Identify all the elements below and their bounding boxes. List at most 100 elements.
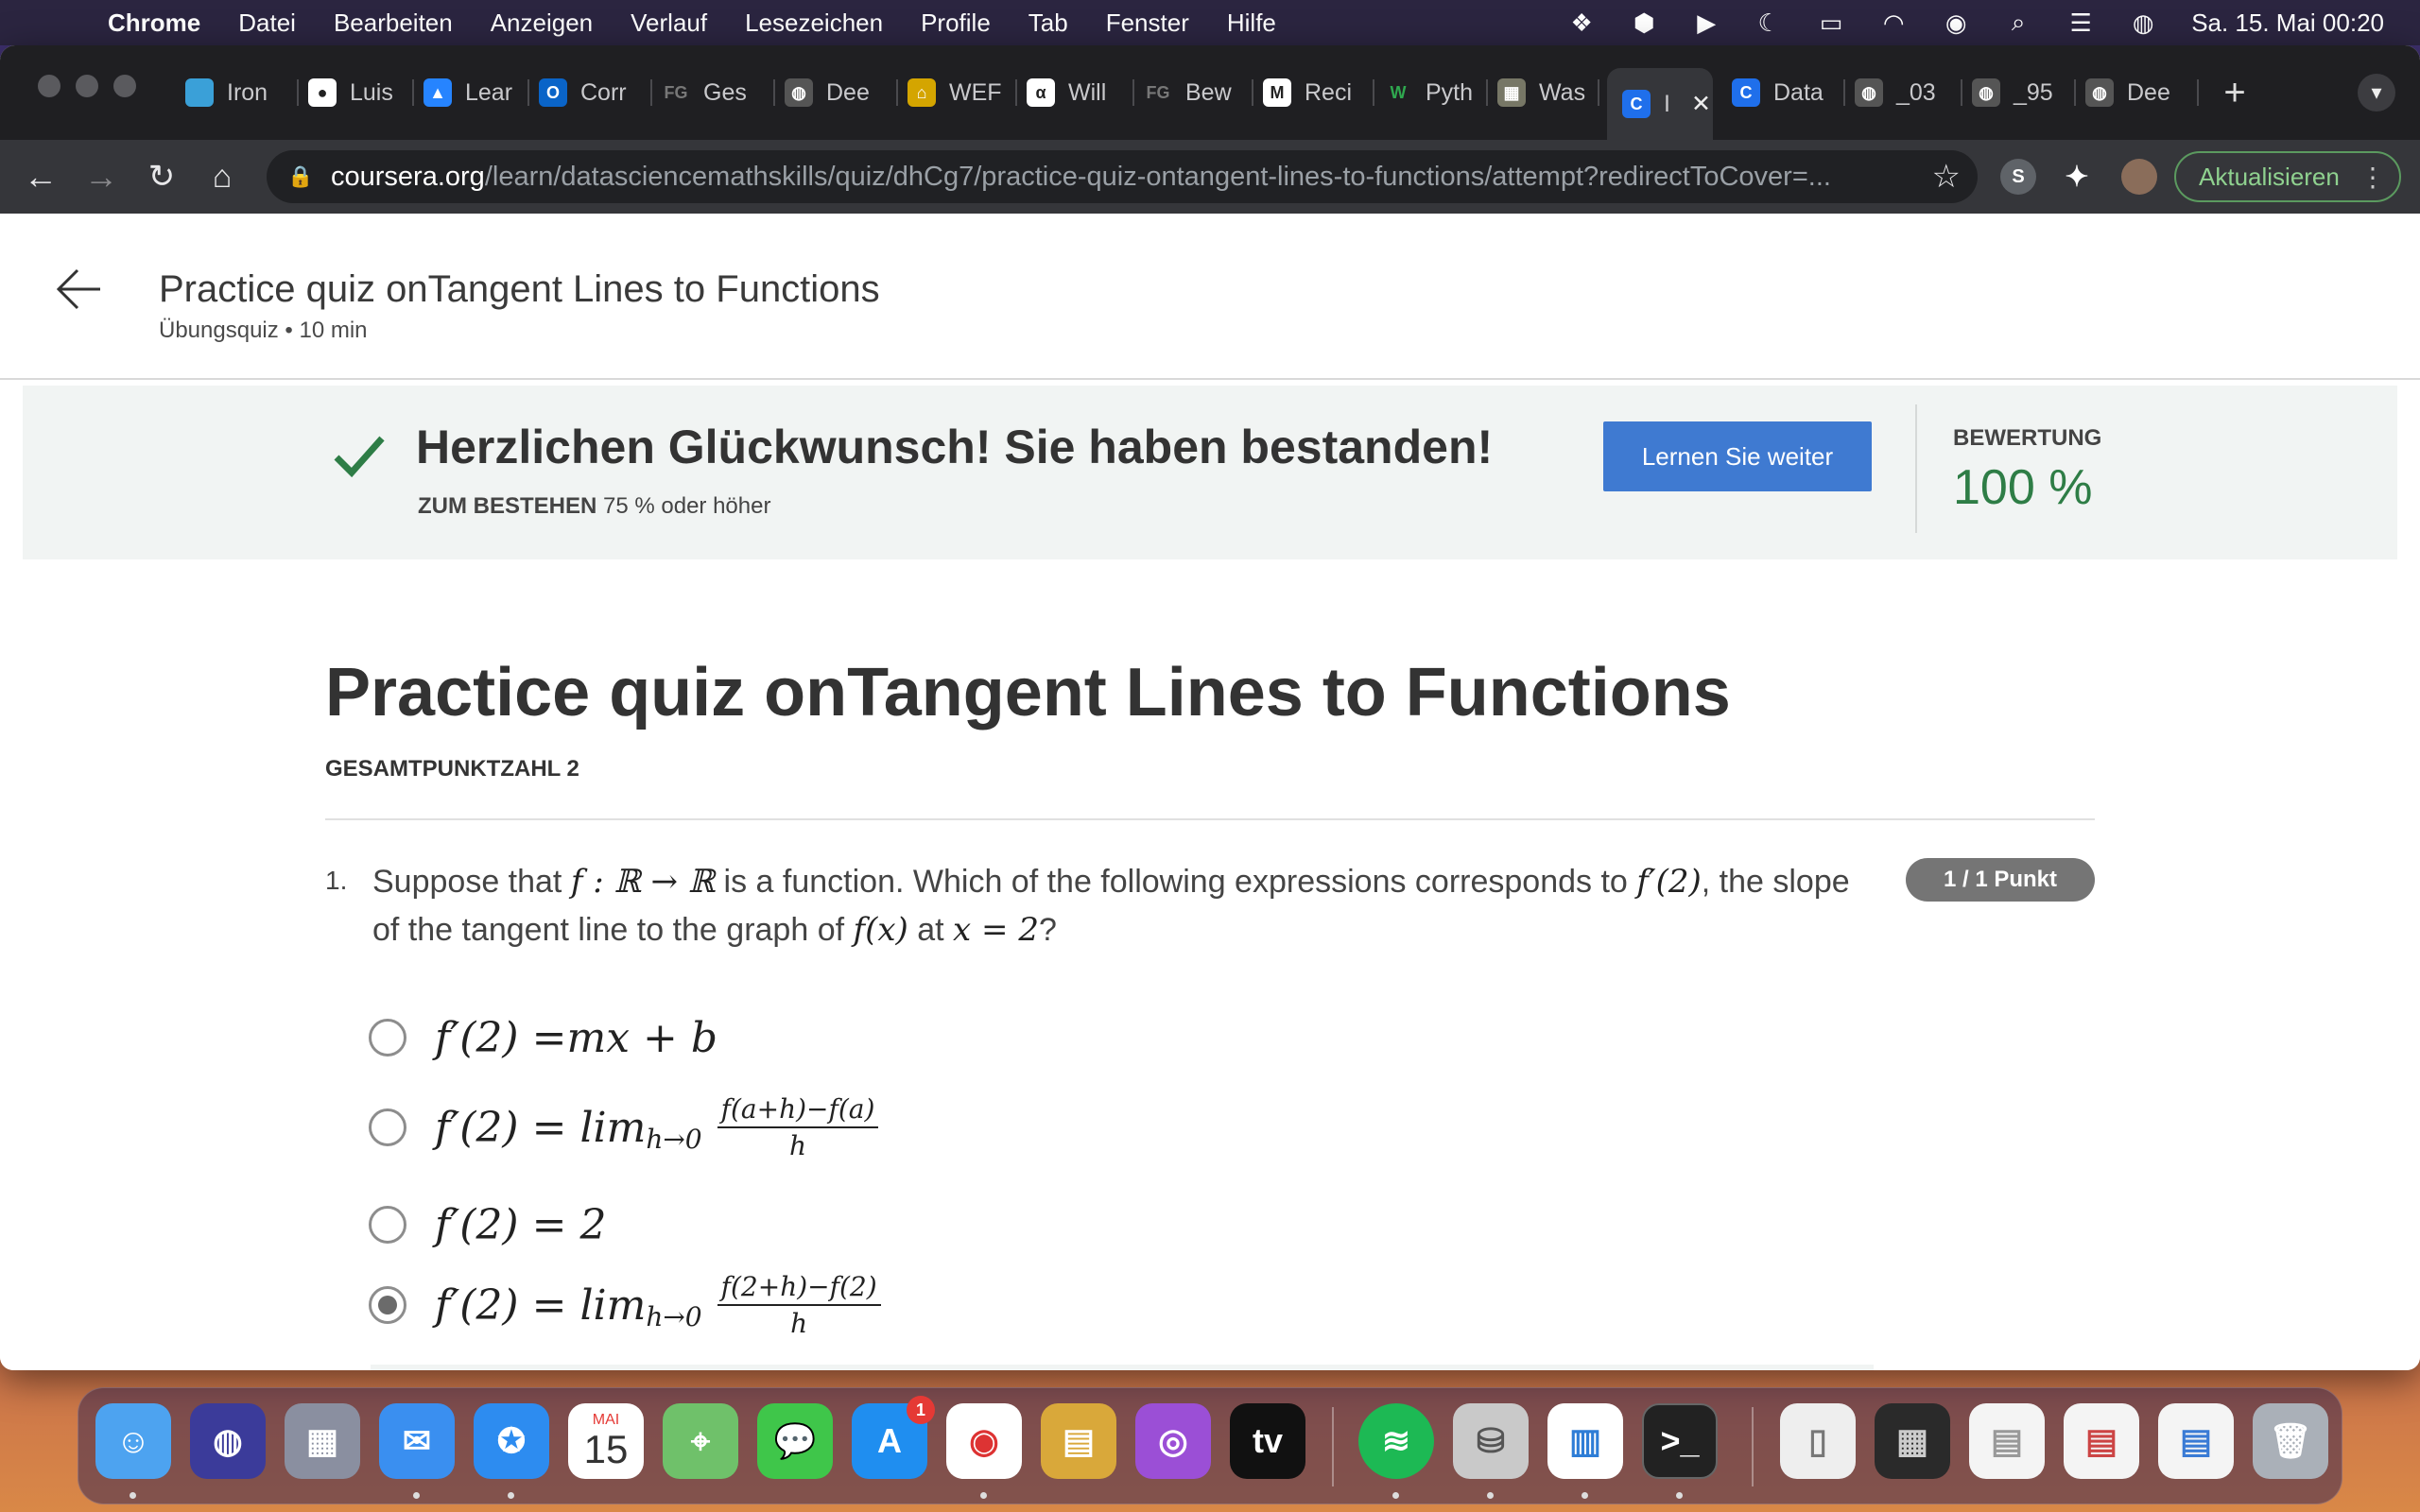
menu-datei[interactable]: Datei bbox=[238, 9, 296, 38]
menu-app-name[interactable]: Chrome bbox=[108, 9, 200, 38]
podcasts-icon[interactable]: ◎ bbox=[1135, 1403, 1211, 1479]
calendar-icon[interactable]: MAI 15 bbox=[568, 1403, 644, 1479]
play-icon[interactable]: ▶ bbox=[1692, 9, 1720, 37]
menu-anzeigen[interactable]: Anzeigen bbox=[491, 9, 593, 38]
tab[interactable]: ◍ _95 bbox=[1972, 68, 2076, 117]
wifi-icon[interactable]: ◠ bbox=[1879, 9, 1908, 37]
messages-icon[interactable]: 💬 bbox=[757, 1403, 833, 1479]
update-button[interactable]: Aktualisieren ⋮ bbox=[2174, 151, 2401, 202]
tab[interactable]: ▲ Lear bbox=[424, 68, 529, 117]
tab[interactable]: ◍ Dee bbox=[2085, 68, 2199, 117]
chrome-icon[interactable]: ◉ bbox=[946, 1403, 1022, 1479]
siri-icon[interactable]: ◍ bbox=[2129, 9, 2157, 37]
shield-icon[interactable]: ⬢ bbox=[1630, 9, 1658, 37]
back-arrow-icon[interactable] bbox=[51, 261, 108, 318]
close-tab-icon[interactable]: ✕ bbox=[1691, 90, 1711, 118]
tab-title: Reci bbox=[1305, 78, 1353, 106]
tab[interactable]: ● Luis bbox=[308, 68, 414, 117]
back-button[interactable]: ← bbox=[17, 153, 64, 200]
tab[interactable]: FG Ges bbox=[662, 68, 775, 117]
siri-app-icon[interactable]: ◍ bbox=[190, 1403, 266, 1479]
reload-button[interactable]: ↻ bbox=[138, 153, 185, 200]
extensions-puzzle-icon[interactable]: ✦ bbox=[2059, 159, 2095, 195]
extension-s-icon[interactable]: S bbox=[2000, 159, 2036, 195]
forward-button[interactable]: → bbox=[78, 153, 125, 200]
tab[interactable]: O Corr bbox=[539, 68, 652, 117]
menu-tab[interactable]: Tab bbox=[1028, 9, 1068, 38]
radio-button[interactable] bbox=[369, 1206, 406, 1244]
menu-hilfe[interactable]: Hilfe bbox=[1227, 9, 1276, 38]
mail-icon[interactable]: ✉ bbox=[379, 1403, 455, 1479]
apple-tv-icon[interactable]: tv bbox=[1230, 1403, 1305, 1479]
tab[interactable]: W Pyth bbox=[1384, 68, 1488, 117]
tab-search-button[interactable]: ▾ bbox=[2358, 74, 2395, 112]
menu-bearbeiten[interactable]: Bearbeiten bbox=[334, 9, 453, 38]
tab-title: Corr bbox=[580, 78, 627, 106]
maps-icon[interactable]: ⌖ bbox=[663, 1403, 738, 1479]
tab[interactable]: α Will bbox=[1027, 68, 1134, 117]
tab-separator bbox=[297, 79, 299, 106]
battery-icon[interactable]: ▭ bbox=[1817, 9, 1845, 37]
finder-icon[interactable]: ☺ bbox=[95, 1403, 171, 1479]
trash-icon[interactable]: 🗑 bbox=[2253, 1403, 2328, 1479]
app-store-icon[interactable]: A1 bbox=[852, 1396, 935, 1479]
tab-separator bbox=[1252, 79, 1253, 106]
bookmark-star-icon[interactable]: ☆ bbox=[1932, 158, 1961, 196]
header-title: Practice quiz onTangent Lines to Functio… bbox=[159, 268, 880, 310]
window-thumbnail-icon[interactable]: ▦ bbox=[1875, 1403, 1950, 1479]
menu-profile[interactable]: Profile bbox=[921, 9, 991, 38]
menu-fenster[interactable]: Fenster bbox=[1106, 9, 1189, 38]
minimize-window-button[interactable] bbox=[76, 75, 98, 97]
terminal-icon[interactable]: >_ bbox=[1642, 1403, 1718, 1479]
answer-option-2[interactable]: f′(2) = lim h→0 f(a+h)−f(a) h bbox=[369, 1083, 1314, 1172]
radio-button-selected[interactable] bbox=[369, 1286, 406, 1324]
continue-button[interactable]: Lernen Sie weiter bbox=[1603, 421, 1872, 491]
profile-avatar[interactable] bbox=[2121, 159, 2157, 195]
window-thumbnail-icon[interactable]: ▤ bbox=[2158, 1403, 2234, 1479]
url-text[interactable]: coursera.org/learn/datasciencemathskills… bbox=[331, 162, 1910, 193]
tab-strip: Iron ● Luis ▲ Lear O Corr FG Ges ◍ Dee ⌂ WEF α Will FG B… bbox=[0, 45, 2420, 140]
window-thumbnail-icon[interactable]: ▤ bbox=[1969, 1403, 2045, 1479]
launchpad-icon[interactable]: ▦ bbox=[285, 1403, 360, 1479]
address-bar[interactable]: 🔒 coursera.org/learn/datasciencemathskil… bbox=[267, 150, 1978, 203]
sequel-database-icon[interactable]: ⛁ bbox=[1453, 1403, 1529, 1479]
header-subtitle: Übungsquiz • 10 min bbox=[159, 318, 368, 343]
answer-option-1[interactable]: f′(2) = mx + b bbox=[369, 1000, 1314, 1075]
document-icon[interactable]: ▯ bbox=[1780, 1403, 1856, 1479]
user-icon[interactable]: ◉ bbox=[1942, 9, 1970, 37]
answer-option-3[interactable]: f′(2) = 2 bbox=[369, 1187, 1314, 1263]
window-thumbnail-icon[interactable]: ▤ bbox=[2064, 1403, 2139, 1479]
control-center-icon[interactable]: ☰ bbox=[2066, 9, 2095, 37]
numbers-icon[interactable]: ▥ bbox=[1547, 1403, 1623, 1479]
menu-clock[interactable]: Sa. 15. Mai 00:20 bbox=[2191, 9, 2384, 38]
tab[interactable]: M Reci bbox=[1263, 68, 1374, 117]
answer-formula: f′(2) = 2 bbox=[435, 1200, 607, 1249]
tab[interactable]: Iron bbox=[185, 68, 299, 117]
lock-icon[interactable]: 🔒 bbox=[287, 164, 313, 189]
tab[interactable]: ◍ _03 bbox=[1855, 68, 1962, 117]
zoom-window-button[interactable] bbox=[113, 75, 136, 97]
tab[interactable]: C Data bbox=[1732, 68, 1845, 117]
new-tab-button[interactable]: + bbox=[2212, 68, 2257, 117]
running-indicator bbox=[1487, 1492, 1494, 1499]
menu-lesezeichen[interactable]: Lesezeichen bbox=[745, 9, 883, 38]
answer-option-4[interactable]: f′(2) = lim h→0 f(2+h)−f(2) h bbox=[369, 1261, 1314, 1349]
safari-icon[interactable]: ✪ bbox=[474, 1403, 549, 1479]
globe-icon: ◍ bbox=[1855, 78, 1883, 107]
tab-active[interactable]: C I ✕ bbox=[1607, 68, 1713, 140]
radio-button[interactable] bbox=[369, 1108, 406, 1146]
spotify-icon[interactable]: ≋ bbox=[1358, 1403, 1434, 1479]
tab[interactable]: ▦ Was bbox=[1497, 68, 1599, 117]
close-window-button[interactable] bbox=[38, 75, 60, 97]
moon-icon[interactable]: ☾ bbox=[1754, 9, 1783, 37]
search-icon[interactable]: ⌕ bbox=[2004, 8, 2032, 37]
tab[interactable]: FG Bew bbox=[1144, 68, 1253, 117]
dropbox-icon[interactable]: ❖ bbox=[1567, 9, 1596, 37]
home-button[interactable]: ⌂ bbox=[199, 153, 246, 200]
menu-verlauf[interactable]: Verlauf bbox=[631, 9, 707, 38]
kebab-menu-icon[interactable]: ⋮ bbox=[2360, 162, 2386, 193]
tab[interactable]: ◍ Dee bbox=[785, 68, 898, 117]
archive-utility-icon[interactable]: ▤ bbox=[1041, 1403, 1116, 1479]
tab[interactable]: ⌂ WEF bbox=[908, 68, 1017, 117]
radio-button[interactable] bbox=[369, 1019, 406, 1057]
